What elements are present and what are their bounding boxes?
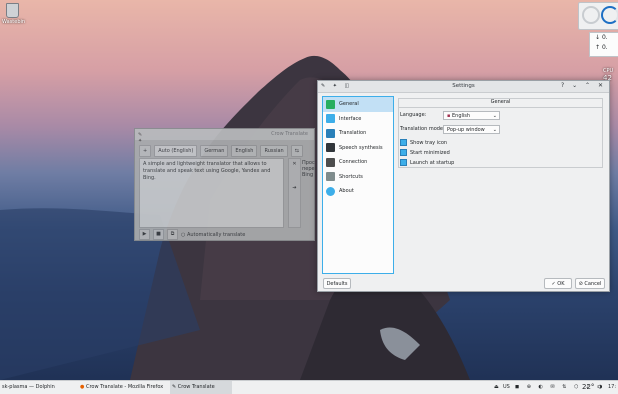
usage-gauge-icon [601,6,618,24]
net-down-value: 0. [601,34,608,41]
crow-translate-window[interactable]: ✎ ✦ Crow Translate + Auto (English) Germ… [134,128,316,241]
crow-icon: ✎ [172,384,177,390]
crow-bottom-bar: ▶ ■ ⧉ ○ Automatically translate [139,229,245,240]
chevron-down-icon: ⌄ [492,127,497,133]
settings-nav: General Interface Translation Speech syn… [322,96,394,274]
launch-startup-checkbox[interactable]: Launch at startup [400,159,454,166]
nav-item-translation[interactable]: Translation [323,126,393,141]
play-icon[interactable]: ▶ [139,229,150,240]
nav-item-connection[interactable]: Connection [323,155,393,170]
source-text-area[interactable]: A simple and lightweight translator that… [139,158,284,228]
auto-translate-checkbox[interactable]: ○ Automatically translate [181,232,245,238]
task-crow-translate[interactable]: ✎ Crow Translate [170,381,232,394]
nav-label: Interface [339,115,362,122]
network-widget: ↓ 0. ↑ 0. [589,32,618,57]
nav-label: Speech synthesis [339,144,383,151]
keyboard-icon [326,172,335,182]
nav-label: Translation [339,130,367,137]
taskbar: sk-plasma — Dolphin ● Crow Translate - M… [0,380,618,394]
interface-icon [326,114,335,124]
lang-russian-button[interactable]: Russian [260,144,288,157]
language-select[interactable]: ▪ English ⌄ [443,111,500,120]
net-up-value: 0. [601,44,608,51]
nav-item-about[interactable]: About [323,184,393,199]
language-value: English [451,113,471,119]
copy-icon[interactable]: ⧉ [167,229,178,240]
cancel-label: Cancel [584,281,602,287]
weather-temp[interactable]: 22° [582,381,594,394]
info-icon [326,186,335,196]
auto-translate-label: Automatically translate [186,231,246,238]
trash-icon [5,3,19,18]
weather-icon: ◑ [598,384,603,390]
nav-item-shortcuts[interactable]: Shortcuts [323,170,393,185]
settings-titlebar[interactable]: ✎ ✦ ◫ Settings ? ⌄ ⌃ ✕ [318,81,609,93]
net-down-row: ↓ 0. [595,34,608,41]
nav-item-speech-synthesis[interactable]: Speech synthesis [323,141,393,156]
chevron-down-icon: ⌄ [492,113,497,119]
arrow-right-icon[interactable]: ➔ [289,185,300,191]
lang-auto-button[interactable]: Auto (English) [154,144,198,157]
flag-icon: ▪ [447,113,451,119]
check-icon [400,139,407,146]
general-group [398,98,603,168]
window-controls[interactable]: ? ⌄ ⌃ ✕ [561,82,606,89]
translation-icon [326,128,335,138]
general-settings-pane: General Language: ▪ English ⌄ Translatio… [398,98,603,168]
add-language-button[interactable]: + [139,144,152,157]
nav-item-general[interactable]: General [323,97,393,112]
stop-icon[interactable]: ■ [153,229,164,240]
crow-title: Crow Translate [271,131,308,137]
tray-eject-icon[interactable]: ⏏ [494,381,499,394]
task-crow-label: Crow Translate [177,384,215,390]
source-language-bar: + Auto (English) German English Russian … [139,144,310,157]
translation-mode-select[interactable]: Pop-up window ⌄ [443,125,500,134]
defaults-button[interactable]: Defaults [323,278,351,289]
side-toolbar: ✕ ➔ [288,158,301,228]
language-label: Language: [400,112,427,118]
show-tray-checkbox[interactable]: Show tray icon [400,139,447,146]
translation-text: Прос переви Bing [302,160,316,178]
check-icon [400,159,407,166]
check-icon [400,149,407,156]
ok-label: OK [557,281,565,287]
nav-label: General [339,101,359,108]
settings-dialog[interactable]: ✎ ✦ ◫ Settings ? ⌄ ⌃ ✕ General Interface… [317,80,610,292]
start-minimized-checkbox[interactable]: Start minimized [400,149,450,156]
firefox-icon: ● [80,384,85,390]
task-firefox-label: Crow Translate - Mozilla Firefox [85,384,164,390]
translation-mode-label: Translation mode: [400,126,445,132]
ok-button[interactable]: ✓ OK [544,278,572,289]
clock-time[interactable]: 17: [608,381,616,394]
nav-label: About [339,188,354,195]
monitor-icon [326,157,335,167]
general-icon [326,99,335,109]
launch-startup-label: Launch at startup [410,160,455,166]
analog-clock-icon [582,6,600,24]
lang-english-button[interactable]: English [231,144,258,157]
wastebin-desktop-icon[interactable]: Wastebin [2,3,26,31]
keyboard-layout[interactable]: US [503,381,510,394]
task-firefox[interactable]: ● Crow Translate - Mozilla Firefox [78,381,170,394]
nav-item-interface[interactable]: Interface [323,112,393,127]
close-icon[interactable]: ✕ [289,161,300,167]
net-up-row: ↑ 0. [595,44,608,51]
translation-mode-value: Pop-up window [447,127,485,133]
wastebin-label: Wastebin [2,19,26,25]
swap-languages-button[interactable]: ⇆ [290,144,303,157]
cancel-button[interactable]: ⊘ Cancel [575,278,605,289]
task-dolphin[interactable]: sk-plasma — Dolphin [0,381,74,394]
show-tray-label: Show tray icon [410,140,448,146]
clock-widget[interactable] [578,2,618,30]
lang-german-button[interactable]: German [200,144,229,157]
nav-label: Shortcuts [339,173,363,180]
crow-window-icon: ✎ ✦ [138,132,143,144]
start-minimized-label: Start minimized [410,150,450,156]
speaker-icon [326,143,335,153]
nav-label: Connection [339,159,368,166]
crow-titlebar[interactable]: ✎ ✦ Crow Translate [135,129,314,144]
